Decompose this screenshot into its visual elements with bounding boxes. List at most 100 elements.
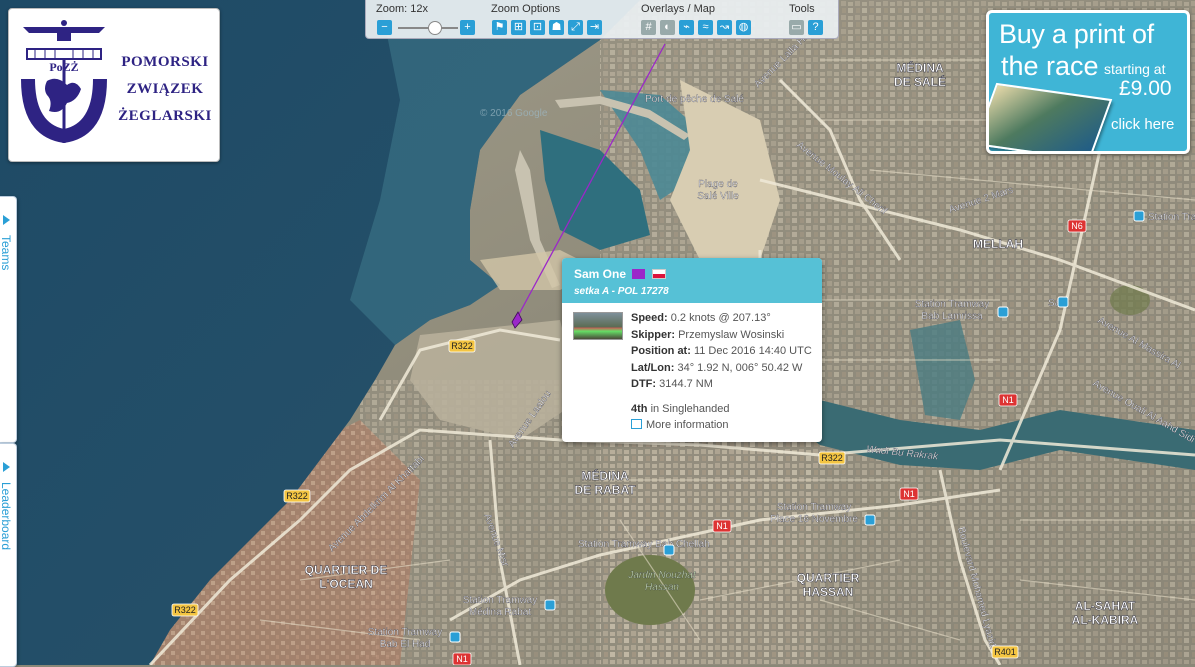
zoom-fleet-icon[interactable]: ⊞ bbox=[511, 20, 526, 35]
boat-name: Sam One bbox=[574, 267, 626, 281]
zoom-out-button[interactable]: − bbox=[377, 20, 392, 35]
zoom-in-button[interactable]: + bbox=[460, 20, 475, 35]
tram-station-icon[interactable] bbox=[1058, 297, 1068, 307]
label-station-medina-1: Station Tramway bbox=[463, 595, 537, 606]
rank-line: 4th in Singlehanded bbox=[631, 403, 729, 415]
help-icon[interactable]: ? bbox=[808, 20, 823, 35]
road-badge-n1: N1 bbox=[900, 488, 918, 500]
rank-position: 4th bbox=[631, 403, 648, 415]
zoom-slider-handle[interactable] bbox=[428, 21, 442, 35]
boat-photo[interactable] bbox=[573, 312, 623, 340]
label-jardin-2: Hassan bbox=[645, 582, 679, 593]
ad-starting-at: starting at bbox=[1104, 61, 1165, 77]
latlon-label: Lat/Lon: bbox=[631, 362, 674, 374]
fullscreen-icon[interactable]: ⤢ bbox=[568, 20, 583, 35]
label-al-sahat-1: AL-SAHAT bbox=[1075, 599, 1136, 613]
zoom-boat-icon[interactable]: ⊡ bbox=[530, 20, 545, 35]
road-badge-n1: N1 bbox=[453, 653, 471, 665]
zoom-group: Zoom: 12x bbox=[376, 3, 428, 15]
tram-station-icon[interactable] bbox=[545, 600, 555, 610]
leaderboard-tab[interactable]: Leaderboard bbox=[0, 443, 17, 667]
label-medina-sale-2: DE SALÉ bbox=[894, 74, 946, 89]
fit-bounds-icon[interactable]: ⇥ bbox=[587, 20, 602, 35]
label-medina-rabat-1: MÉDINA bbox=[581, 468, 629, 483]
overlays-group: Overlays / Map bbox=[641, 3, 715, 15]
logo-line-1: POMORSKI bbox=[115, 49, 215, 76]
position-label: Position at: bbox=[631, 345, 691, 357]
svg-text:R401: R401 bbox=[994, 647, 1016, 657]
boat-info-popup: Sam One setka A - POL 17278 Speed: 0.2 k… bbox=[562, 258, 822, 442]
tram-station-icon[interactable] bbox=[450, 632, 460, 642]
more-information-label: More information bbox=[646, 419, 729, 431]
latlon-value: 34° 1.92 N, 006° 50.42 W bbox=[677, 362, 802, 374]
label-medina-sale-1: MÉDINA bbox=[896, 60, 944, 75]
tram-station-icon[interactable] bbox=[865, 515, 875, 525]
label-mellah: MELLAH bbox=[973, 237, 1023, 251]
road-badge-n1: N1 bbox=[713, 520, 731, 532]
label-station-lamrissa-2: Bab Lamrissa bbox=[921, 311, 983, 322]
label-station-side: Station Tramway bbox=[1148, 212, 1195, 223]
more-information-link[interactable]: More information bbox=[631, 419, 729, 431]
teams-icon[interactable]: ☗ bbox=[549, 20, 564, 35]
tools-label: Tools bbox=[789, 3, 815, 15]
road-badge-r322: R322 bbox=[284, 490, 310, 502]
tools-group: Tools bbox=[789, 3, 815, 15]
svg-text:R322: R322 bbox=[174, 605, 196, 615]
road-badge-r322: R322 bbox=[172, 604, 198, 616]
svg-text:N1: N1 bbox=[903, 489, 915, 499]
label-station-elhad-1: Station Tramway bbox=[368, 627, 442, 638]
boat-color-swatch bbox=[632, 269, 645, 279]
external-link-icon bbox=[631, 419, 642, 429]
label-station-chellah: Station Tramway Bab Chellah bbox=[578, 539, 710, 550]
popup-header: Sam One setka A - POL 17278 bbox=[562, 258, 822, 303]
svg-text:N1: N1 bbox=[456, 654, 468, 664]
leaderboard-tab-label: Leaderboard bbox=[0, 482, 13, 550]
svg-text:R322: R322 bbox=[821, 453, 843, 463]
measure-icon[interactable]: ▭ bbox=[789, 20, 804, 35]
svg-text:R322: R322 bbox=[286, 491, 308, 501]
label-plage-2: Salé Ville bbox=[697, 191, 739, 202]
svg-text:R322: R322 bbox=[451, 341, 473, 351]
speed-value: 0.2 knots @ 207.13° bbox=[671, 312, 771, 324]
tram-station-icon[interactable] bbox=[664, 545, 674, 555]
ad-click-here-link[interactable]: click here bbox=[1111, 116, 1174, 133]
flag-icon[interactable]: ⚑ bbox=[492, 20, 507, 35]
route-icon[interactable]: ↝ bbox=[717, 20, 732, 35]
label-quartier-ocean-2: L'OCEAN bbox=[319, 577, 373, 591]
map-watermark: © 2016 Google bbox=[480, 108, 548, 119]
label-plage-1: Plage de bbox=[698, 179, 738, 190]
tram-station-icon[interactable] bbox=[1134, 211, 1144, 221]
teams-tab-label: Teams bbox=[0, 235, 13, 270]
label-jardin-1: Jardin Nouzhat bbox=[627, 570, 696, 581]
logo-abbreviation: PoZŻ bbox=[49, 60, 78, 74]
svg-text:N1: N1 bbox=[716, 521, 728, 531]
day-night-icon[interactable]: ◐ bbox=[660, 20, 675, 35]
globe-icon[interactable]: ◍ bbox=[736, 20, 751, 35]
label-medina-rabat-2: DE RABAT bbox=[574, 483, 636, 497]
road-badge-r322: R322 bbox=[819, 452, 845, 464]
wind-icon[interactable]: ⌁ bbox=[679, 20, 694, 35]
ad-headline-2: the race bbox=[1001, 51, 1099, 82]
zoom-label: Zoom: 12x bbox=[376, 3, 428, 15]
teams-tab[interactable]: Teams bbox=[0, 196, 17, 443]
buy-print-banner[interactable]: Buy a print of the race starting at £9.0… bbox=[986, 10, 1190, 154]
tracks-icon[interactable]: ≈ bbox=[698, 20, 713, 35]
map-toolbar: Zoom: 12x − + Zoom Options ⚑ ⊞ ⊡ ☗ ⤢ ⇥ O… bbox=[365, 0, 839, 39]
zoom-options-group: Zoom Options bbox=[491, 3, 560, 15]
anchor-emblem-icon: PoZŻ bbox=[17, 19, 111, 153]
skipper-label: Skipper: bbox=[631, 329, 675, 341]
ad-price: £9.00 bbox=[1119, 77, 1172, 101]
road-badge-n6: N6 bbox=[1068, 220, 1086, 232]
dtf-value: 3144.7 NM bbox=[659, 378, 713, 390]
tram-station-icon[interactable] bbox=[998, 307, 1008, 317]
svg-text:N6: N6 bbox=[1071, 221, 1083, 231]
label-quartier-ocean-1: QUARTIER DE bbox=[305, 563, 388, 577]
skipper-value: Przemyslaw Wosinski bbox=[678, 329, 784, 341]
logo-line-3: ŻEGLARSKI bbox=[115, 103, 215, 130]
dtf-label: DTF: bbox=[631, 378, 656, 390]
label-al-sahat-2: AL-KABIRA bbox=[1072, 613, 1139, 627]
label-station-16nov-1: Station Tramway bbox=[777, 502, 851, 513]
club-logo[interactable]: PoZŻ POMORSKI ZWIĄZEK ŻEGLARSKI bbox=[8, 8, 220, 162]
expand-arrow-icon bbox=[3, 462, 10, 472]
grid-icon[interactable]: # bbox=[641, 20, 656, 35]
